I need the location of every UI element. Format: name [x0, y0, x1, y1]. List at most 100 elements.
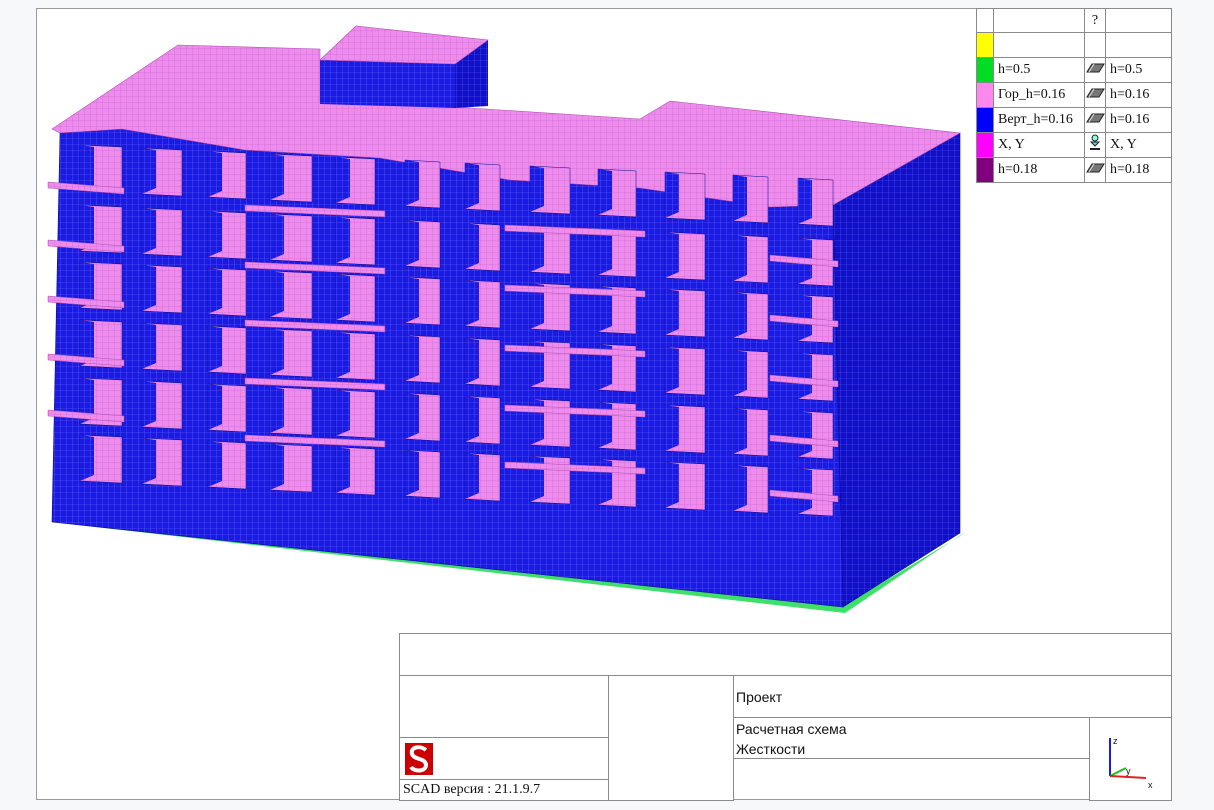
legend-label: Гор_h=0.16: [993, 82, 1085, 108]
window-reveal: [270, 387, 284, 433]
title-block-scheme: Расчетная схема Жесткости: [733, 717, 1090, 759]
window-reveal: [798, 468, 812, 514]
legend-color-swatch: [976, 32, 994, 58]
window-reveal: [405, 335, 419, 381]
window-reveal: [142, 381, 156, 427]
legend-swatch-empty: [976, 8, 994, 33]
side-wall: [832, 132, 961, 608]
window-reveal: [270, 154, 284, 200]
window-reveal: [798, 411, 812, 457]
window-reveal: [270, 329, 284, 375]
legend-label-2: h=0.16: [1105, 107, 1172, 133]
legend-label-2: X, Y: [1105, 132, 1172, 158]
window-reveal: [142, 148, 156, 194]
legend-color-swatch: [976, 107, 994, 133]
window-reveal: [465, 163, 479, 209]
stiffness-label: Жесткости: [736, 741, 806, 757]
legend-row: [976, 32, 1172, 58]
plate-icon: [1084, 57, 1106, 83]
legend-label-2: h=0.18: [1105, 157, 1172, 183]
legend-label: [993, 32, 1085, 58]
roof-box-top: [319, 25, 489, 65]
window-reveal: [665, 462, 679, 508]
window-reveal: [336, 447, 350, 493]
project-label: Проект: [736, 689, 783, 705]
window-reveal: [142, 208, 156, 254]
window-reveal: [208, 384, 222, 430]
legend-row: X, Y X, Y: [976, 132, 1172, 158]
window-reveal: [798, 178, 812, 224]
window-reveal: [142, 323, 156, 369]
plate-icon: [1084, 107, 1106, 133]
window-reveal: [465, 280, 479, 326]
legend-header-cell: [1105, 8, 1172, 33]
plate-icon: [1084, 157, 1106, 183]
window-reveal: [465, 338, 479, 384]
window-reveal: [336, 390, 350, 436]
window-reveal: [142, 265, 156, 311]
legend-label-2: h=0.16: [1105, 82, 1172, 108]
legend-label: X, Y: [993, 132, 1085, 158]
window-reveal: [665, 172, 679, 218]
legend-label-2: [1105, 32, 1172, 58]
window-reveal: [733, 408, 747, 454]
window-reveal: [665, 232, 679, 278]
window-reveal: [465, 396, 479, 442]
legend-color-swatch: [976, 157, 994, 183]
window-reveal: [80, 145, 94, 191]
legend-color-swatch: [976, 82, 994, 108]
window-reveal: [733, 465, 747, 511]
window-reveal: [405, 160, 419, 206]
window-reveal: [405, 450, 419, 496]
title-block-cell-b: [608, 675, 734, 801]
legend-row: h=0.5 h=0.5: [976, 57, 1172, 83]
window-reveal: [208, 151, 222, 197]
title-block-axes: z y x: [1089, 717, 1172, 801]
window-reveal: [733, 235, 747, 281]
version-text: SCAD версия : 21.1.9.7: [403, 782, 541, 797]
window-reveal: [208, 268, 222, 314]
legend-header-row: ?: [976, 8, 1172, 33]
legend-label: Верт_h=0.16: [993, 107, 1085, 133]
window-reveal: [465, 453, 479, 499]
window-reveal: [336, 332, 350, 378]
window-reveal: [465, 223, 479, 269]
x-axis-label: x: [1148, 780, 1153, 790]
legend-color-swatch: [976, 132, 994, 158]
legend-row: Гор_h=0.16 h=0.16: [976, 82, 1172, 108]
window-reveal: [665, 405, 679, 451]
title-block-logo: [399, 737, 609, 780]
window-reveal: [336, 217, 350, 263]
window-reveal: [530, 399, 544, 445]
stiffness-legend: ? h=0.5 h=0.5 Гор_h=0.16 h=0.16 Верт_h=0.16 h…: [976, 8, 1172, 183]
window-reveal: [798, 353, 812, 399]
legend-row: h=0.18 h=0.18: [976, 157, 1172, 183]
window-reveal: [270, 271, 284, 317]
window-reveal: [530, 456, 544, 502]
window-reveal: [208, 211, 222, 257]
legend-color-swatch: [976, 57, 994, 83]
window-reveal: [405, 277, 419, 323]
window-reveal: [405, 220, 419, 266]
window-reveal: [598, 169, 612, 215]
window-reveal: [405, 393, 419, 439]
window-reveal: [733, 292, 747, 338]
window-reveal: [665, 347, 679, 393]
window-reveal: [142, 438, 156, 484]
window-reveal: [530, 166, 544, 212]
plate-icon: [1084, 82, 1106, 108]
legend-row: Верт_h=0.16 h=0.16: [976, 107, 1172, 133]
question-icon[interactable]: ?: [1084, 8, 1106, 33]
window-reveal: [208, 441, 222, 487]
window-reveal: [336, 274, 350, 320]
window-reveal: [270, 214, 284, 260]
y-axis: [1109, 767, 1127, 777]
scheme-label: Расчетная схема: [736, 721, 847, 737]
window-reveal: [270, 444, 284, 490]
title-block-version: SCAD версия : 21.1.9.7: [399, 779, 609, 801]
window-reveal: [665, 289, 679, 335]
legend-label: h=0.5: [993, 57, 1085, 83]
window-reveal: [80, 435, 94, 481]
x-axis: [1109, 775, 1147, 779]
title-block-cell-a: [399, 675, 609, 738]
